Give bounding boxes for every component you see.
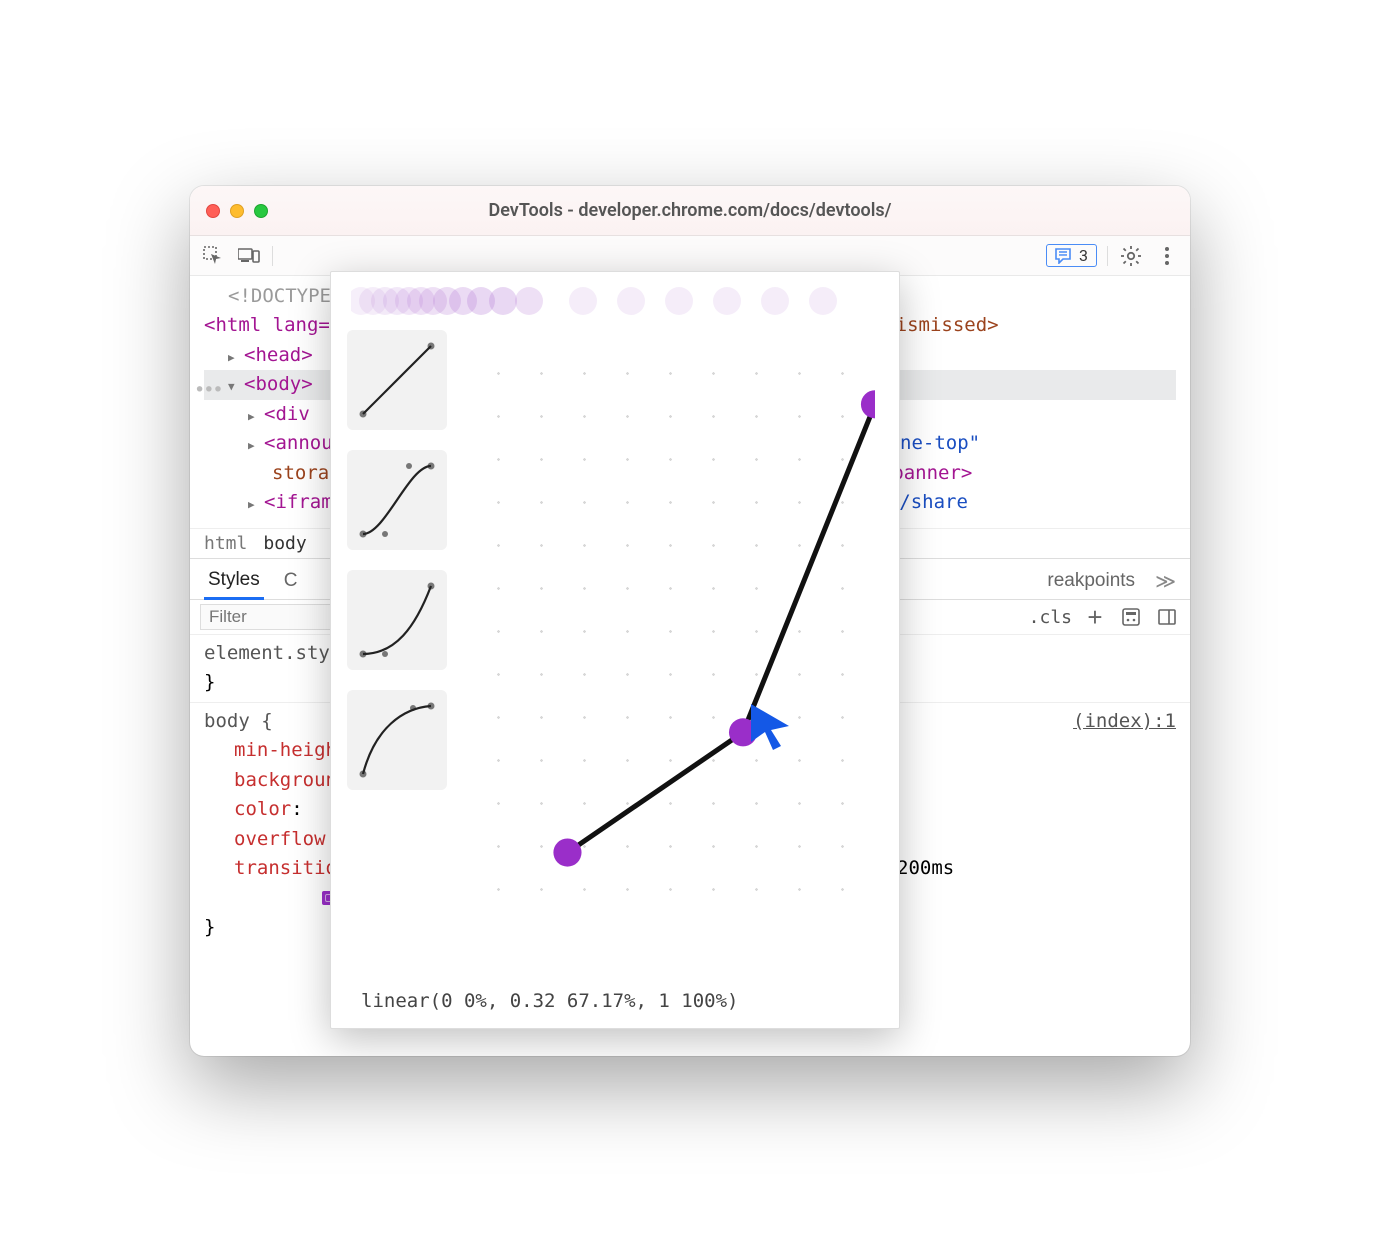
tab-dom-breakpoints[interactable]: reakpoints <box>1043 564 1139 598</box>
control-point-start[interactable] <box>553 838 581 866</box>
close-window-button[interactable] <box>206 204 220 218</box>
crumb-body[interactable]: body <box>263 533 306 554</box>
inspect-element-icon[interactable] <box>200 243 226 269</box>
expand-icon[interactable] <box>228 341 240 370</box>
zoom-window-button[interactable] <box>254 204 268 218</box>
easing-editor-body <box>347 324 883 982</box>
prop-color[interactable]: color <box>234 798 291 820</box>
device-toolbar-icon[interactable] <box>236 243 262 269</box>
new-style-rule-icon[interactable]: + <box>1082 604 1108 630</box>
easing-readout: linear(0 0%, 0.32 67.17%, 1 100%) <box>347 982 883 1012</box>
traffic-lights <box>206 204 268 218</box>
div-tag[interactable]: <div <box>264 403 310 425</box>
issues-badge[interactable]: 3 <box>1046 244 1097 267</box>
easing-curve[interactable] <box>473 344 875 907</box>
easing-curve-canvas[interactable] <box>465 324 883 982</box>
preset-ease-in[interactable] <box>347 570 447 670</box>
ellipsis-icon: ••• <box>194 376 222 405</box>
devtools-toolbar: 3 <box>190 236 1190 276</box>
cursor-icon <box>747 702 795 750</box>
titlebar: DevTools - developer.chrome.com/docs/dev… <box>190 186 1190 236</box>
gear-icon[interactable] <box>1118 243 1144 269</box>
body-tag[interactable]: <body> <box>244 373 313 395</box>
expand-icon[interactable] <box>248 429 260 458</box>
head-tag[interactable]: <head> <box>244 344 313 366</box>
more-tabs-icon[interactable]: ≫ <box>1155 569 1176 594</box>
divider <box>272 246 273 266</box>
toggle-sidebar-icon[interactable] <box>1154 604 1180 630</box>
collapse-icon[interactable] <box>228 370 240 399</box>
kebab-menu-icon[interactable] <box>1154 243 1180 269</box>
control-point-end[interactable] <box>861 390 875 418</box>
toolbar-right: 3 <box>1046 243 1180 269</box>
issues-count: 3 <box>1079 246 1088 265</box>
filter-input[interactable] <box>200 604 340 630</box>
crumb-html[interactable]: html <box>204 533 247 554</box>
preset-ease-out[interactable] <box>347 690 447 790</box>
tab-styles[interactable]: Styles <box>204 563 264 600</box>
easing-presets <box>347 324 451 982</box>
easing-preview-track <box>347 284 883 324</box>
divider <box>1107 246 1108 266</box>
devtools-window: DevTools - developer.chrome.com/docs/dev… <box>190 186 1190 1056</box>
easing-editor-popover[interactable]: linear(0 0%, 0.32 67.17%, 1 100%) <box>330 271 900 1029</box>
prop-overflow[interactable]: overflow <box>234 828 326 850</box>
expand-icon[interactable] <box>248 400 260 429</box>
minimize-window-button[interactable] <box>230 204 244 218</box>
preset-ease-in-out[interactable] <box>347 450 447 550</box>
cls-toggle[interactable]: .cls <box>1029 607 1072 628</box>
body-selector[interactable]: body { <box>204 710 273 732</box>
preset-linear[interactable] <box>347 330 447 430</box>
window-title: DevTools - developer.chrome.com/docs/dev… <box>190 200 1190 221</box>
html-tag[interactable]: <html lang= <box>204 314 330 336</box>
computed-styles-icon[interactable] <box>1118 604 1144 630</box>
source-link[interactable]: (index):1 <box>1073 707 1176 736</box>
tab-computed[interactable]: C <box>280 564 302 598</box>
expand-icon[interactable] <box>248 488 260 517</box>
toolbar-left <box>200 243 273 269</box>
